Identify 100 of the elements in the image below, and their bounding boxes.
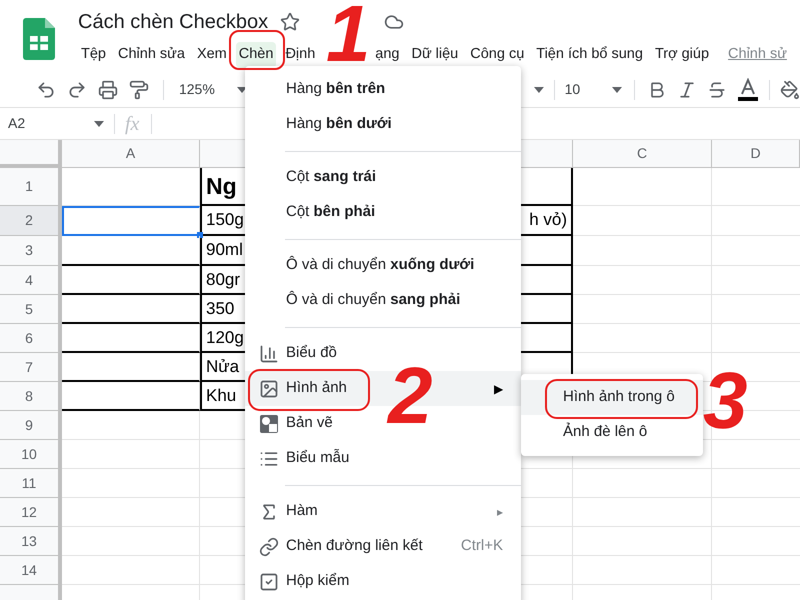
table-cell[interactable] (573, 498, 712, 527)
menu-bar-item[interactable]: Trợ giúp (652, 42, 712, 68)
menu-item[interactable]: Ảnh đè lên ô (521, 415, 703, 450)
text-color-icon[interactable] (737, 78, 760, 102)
column-header[interactable]: C (573, 140, 712, 168)
table-cell[interactable] (573, 206, 712, 236)
table-cell[interactable] (62, 236, 200, 266)
row-header[interactable]: 5 (0, 295, 62, 324)
menu-bar-item[interactable]: Tiện ích bổ sung (533, 42, 646, 68)
highlight-ring (229, 30, 285, 70)
zoom-dropdown[interactable]: 125% (178, 79, 247, 100)
step-number: 1 (326, 0, 370, 70)
cell-text: 80gr (206, 268, 240, 291)
table-cell[interactable] (62, 527, 200, 556)
row-header[interactable]: 14 (0, 556, 62, 585)
redo-icon[interactable] (67, 80, 87, 100)
row-header[interactable]: 4 (0, 266, 62, 295)
dropdown-caret-icon (612, 86, 622, 92)
menu-item[interactable]: Hộp kiểm (245, 564, 521, 599)
menu-item[interactable]: Hàm ▸ (245, 494, 521, 529)
table-cell[interactable] (573, 295, 712, 324)
star-icon[interactable] (280, 12, 300, 32)
table-cell[interactable] (573, 469, 712, 498)
table-cell[interactable] (573, 324, 712, 353)
cell-text: 120g (206, 326, 244, 349)
row-header[interactable]: 3 (0, 236, 62, 266)
menu-bar-item[interactable]: Dữ liệu (408, 42, 462, 68)
menu-bar-item[interactable]: Công cụ (467, 42, 528, 68)
column-header[interactable]: A (62, 140, 200, 168)
row-header[interactable]: 11 (0, 469, 62, 498)
row-header[interactable]: 12 (0, 498, 62, 527)
table-cell[interactable] (62, 440, 200, 469)
table-cell[interactable] (62, 498, 200, 527)
table-cell[interactable] (62, 266, 200, 295)
cell-text: 150g (206, 209, 244, 232)
document-title[interactable]: Cách chèn Checkbox (78, 7, 268, 37)
undo-icon[interactable] (36, 80, 56, 100)
table-cell[interactable] (573, 556, 712, 585)
submenu-arrow: ▸ (497, 504, 503, 520)
table-cell[interactable] (62, 411, 200, 440)
table-cell[interactable] (62, 324, 200, 353)
shapes-icon (259, 414, 279, 434)
menu-bar-item[interactable]: Tệp (78, 42, 109, 68)
table-cell[interactable] (573, 266, 712, 295)
column-header[interactable]: D (712, 140, 800, 168)
fill-color-icon[interactable] (780, 80, 800, 100)
step-number: 3 (703, 365, 748, 437)
menu-item[interactable]: Hàng bên dưới (245, 107, 521, 142)
shortcut-label: Ctrl+K (460, 536, 503, 556)
menu-item[interactable]: Hàng bên trên (245, 72, 521, 107)
menu-item[interactable]: Chèn đường liên kết Ctrl+K (245, 529, 521, 564)
table-cell[interactable] (573, 236, 712, 266)
row-header[interactable]: 10 (0, 440, 62, 469)
last-edit-link[interactable]: Chỉnh sử (728, 44, 787, 66)
submenu-arrow: ▶ (494, 380, 503, 398)
paint-format-icon[interactable] (129, 80, 149, 100)
table-cell[interactable] (62, 168, 200, 206)
cell-text: Khu (206, 384, 236, 407)
cell-text: h vỏ) (529, 209, 567, 232)
font-size-dropdown[interactable]: 10 (564, 79, 622, 100)
dropdown-caret-icon (236, 86, 247, 92)
menu-item[interactable]: Ô và di chuyển sang phải (245, 283, 521, 318)
cell-text: Nửa (206, 356, 240, 378)
print-icon[interactable] (98, 80, 118, 100)
table-cell[interactable] (62, 382, 200, 411)
menu-item[interactable]: Cột bên phải (245, 195, 521, 230)
cell-reference-box[interactable]: A2 (0, 113, 108, 134)
table-cell[interactable] (62, 353, 200, 382)
menu-bar-item[interactable]: Chỉnh sửa (115, 42, 188, 68)
dropdown-caret-icon (534, 86, 544, 92)
chart-icon (259, 344, 279, 364)
table-cell[interactable] (62, 469, 200, 498)
table-cell[interactable] (573, 527, 712, 556)
row-header[interactable]: 8 (0, 382, 62, 411)
row-header[interactable]: 7 (0, 353, 62, 382)
image-icon (259, 378, 279, 398)
spreadsheet-logo-icon[interactable] (23, 18, 55, 60)
checkbox-icon (259, 572, 279, 592)
menu-bar-item[interactable]: Xem (194, 42, 230, 68)
cell-text: 350 (206, 298, 234, 320)
menu-item[interactable]: Cột sang trái (245, 160, 521, 195)
strikethrough-icon[interactable] (707, 80, 728, 100)
table-cell[interactable] (62, 295, 200, 324)
cell-text: Ng (206, 172, 237, 201)
row-header[interactable]: 1 (0, 168, 62, 206)
menu-item[interactable]: Biểu mẫu (245, 441, 521, 476)
corner-cell[interactable] (0, 140, 62, 168)
row-header[interactable]: 6 (0, 324, 62, 353)
function-label: fx (125, 112, 140, 136)
row-header[interactable]: 2 (0, 206, 62, 236)
cell-text: 90ml (206, 239, 243, 262)
row-header[interactable]: 9 (0, 411, 62, 440)
menu-item[interactable]: Ô và di chuyển xuống dưới (245, 248, 521, 283)
table-cell[interactable] (62, 556, 200, 585)
menu-bar-item[interactable]: Chèn (236, 42, 276, 68)
row-header[interactable]: 13 (0, 527, 62, 556)
link-icon (259, 536, 279, 556)
table-cell[interactable] (573, 168, 712, 206)
selected-cell[interactable] (62, 206, 200, 236)
menu-item[interactable]: Hình ảnh trong ô (521, 380, 703, 415)
